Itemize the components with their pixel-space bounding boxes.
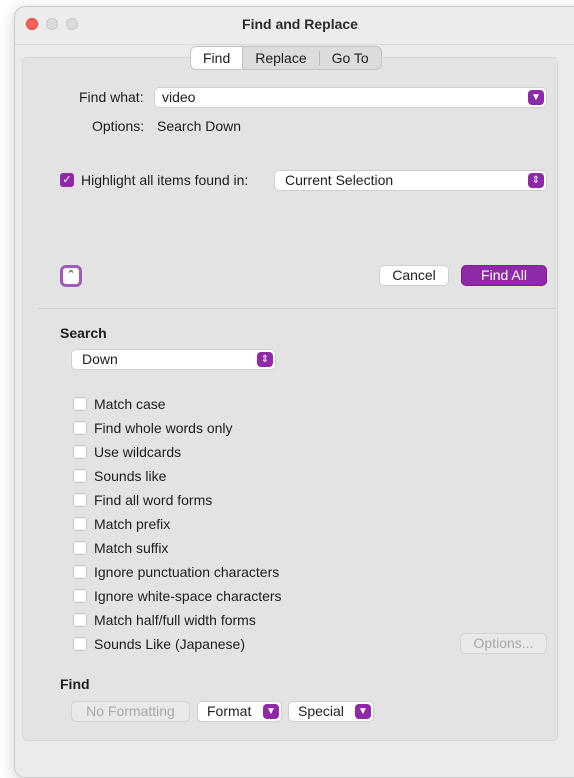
chevron-down-icon: ▼ [355,704,371,719]
wildcards-label: Use wildcards [94,444,182,460]
sounds-like-checkbox[interactable] [73,469,87,483]
highlight-label: Highlight all items found in: [81,172,249,188]
tab-go-to[interactable]: Go To [320,47,381,69]
chevron-up-icon: ⌃ [66,269,76,281]
up-down-chevron-icon: ⇕ [528,173,544,188]
checkmark-icon: ✓ [62,174,72,186]
format-menu-button[interactable]: Format ▼ [197,701,282,722]
options-label: Options: [92,118,145,134]
no-formatting-button[interactable]: No Formatting [71,701,190,722]
tab-bar: Find Replace Go To [190,46,382,70]
format-label: Format [207,703,252,719]
word-forms-label: Find all word forms [94,492,213,508]
word-forms-checkbox[interactable] [73,493,87,507]
options-value: Search Down [157,118,242,134]
match-case-checkbox[interactable] [73,397,87,411]
find-heading: Find [60,676,90,692]
match-suffix-checkbox[interactable] [73,541,87,555]
whole-words-checkbox[interactable] [73,421,87,435]
match-prefix-checkbox[interactable] [73,517,87,531]
ignore-whitespace-label: Ignore white-space characters [94,588,282,604]
search-direction-select[interactable]: Down ⇕ [71,349,276,370]
title-bar: Find and Replace [15,7,574,45]
find-all-button[interactable]: Find All [461,265,547,286]
ignore-punctuation-checkbox[interactable] [73,565,87,579]
wildcards-checkbox[interactable] [73,445,87,459]
cancel-button[interactable]: Cancel [379,265,449,286]
options-button[interactable]: Options... [460,633,547,654]
match-case-label: Match case [94,396,166,412]
ignore-punctuation-label: Ignore punctuation characters [94,564,280,580]
search-direction-value: Down [82,351,118,367]
sounds-like-label: Sounds like [94,468,167,484]
sounds-like-japanese-label: Sounds Like (Japanese) [94,636,245,652]
special-label: Special [298,703,344,719]
find-what-value: video [162,89,196,105]
special-menu-button[interactable]: Special ▼ [288,701,374,722]
chevron-down-icon[interactable]: ▼ [528,90,544,105]
tab-find[interactable]: Find [191,47,244,69]
window-title: Find and Replace [242,16,358,32]
section-divider [38,308,556,309]
match-prefix-label: Match prefix [94,516,171,532]
find-what-label: Find what: [79,89,144,105]
highlight-checkbox[interactable]: ✓ [60,173,74,187]
sounds-like-japanese-checkbox[interactable] [73,637,87,651]
half-full-width-checkbox[interactable] [73,613,87,627]
highlight-scope-select[interactable]: Current Selection ⇕ [274,170,547,191]
whole-words-label: Find whole words only [94,420,233,436]
ignore-whitespace-checkbox[interactable] [73,589,87,603]
search-heading: Search [60,325,107,341]
half-full-width-label: Match half/full width forms [94,612,256,628]
collapse-options-button[interactable]: ⌃ [60,265,82,287]
find-what-field[interactable]: video ▼ [154,87,547,108]
chevron-down-icon: ▼ [263,704,279,719]
up-down-chevron-icon: ⇕ [257,352,273,367]
tab-replace[interactable]: Replace [243,47,318,69]
match-suffix-label: Match suffix [94,540,169,556]
highlight-scope-value: Current Selection [285,172,394,188]
